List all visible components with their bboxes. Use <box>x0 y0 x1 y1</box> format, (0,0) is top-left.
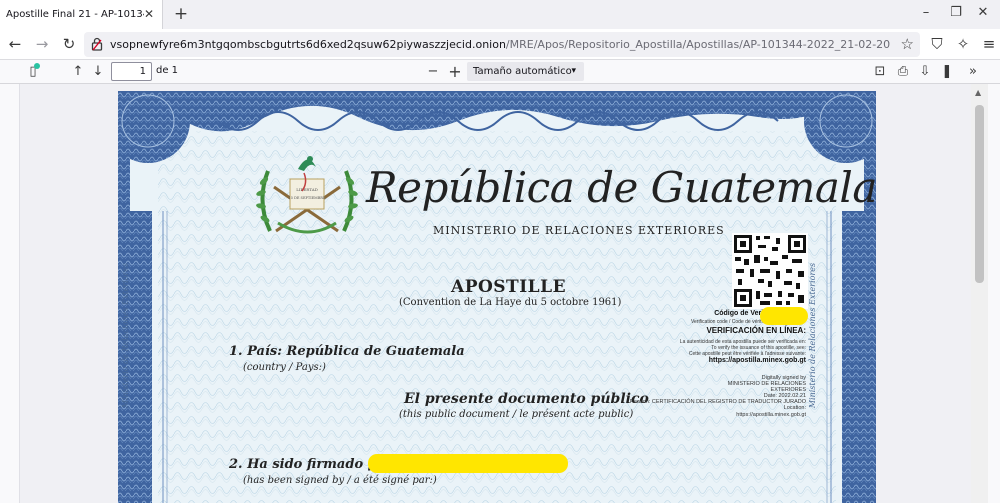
vertical-scrollbar[interactable]: ▲ <box>971 84 988 503</box>
tools-icon[interactable]: » <box>965 63 981 81</box>
verification-code-redaction <box>760 307 808 325</box>
signed-location: Location: <box>783 405 806 411</box>
new-tab-icon[interactable]: + <box>172 5 190 23</box>
signed-location-url: https://apostilla.minex.gob.gt <box>736 412 806 418</box>
tab-title: Apostille Final 21 - AP-101344-2022_2 <box>6 9 144 20</box>
forward-icon[interactable]: → <box>33 35 51 53</box>
zoom-in-icon[interactable]: + <box>447 63 463 81</box>
shield-icon[interactable]: ⛉ <box>928 35 946 53</box>
bookmark-star-icon[interactable]: ☆ <box>901 35 914 53</box>
save-icon[interactable]: ⇩ <box>917 63 933 81</box>
print-icon[interactable]: ⎙ <box>895 63 911 81</box>
document-title: República de Guatemala <box>366 163 876 212</box>
pdf-toolbar: ▯ ↑ ↓ 1 de 1 − + Tamaño automático ▾ ⊡ ⎙… <box>0 60 1000 84</box>
menu-icon[interactable]: ≡ <box>980 35 998 53</box>
minimize-icon[interactable]: – <box>909 0 943 29</box>
next-page-icon[interactable]: ↓ <box>90 63 106 81</box>
tab-active[interactable]: Apostille Final 21 - AP-101344-2022_2 ✕ <box>0 0 163 29</box>
svg-text:15 DE SEPTIEMBRE: 15 DE SEPTIEMBRE <box>289 196 326 200</box>
side-text-left: Ministerio de Relaciones Exteriores <box>121 262 131 409</box>
scrollbar-thumb[interactable] <box>975 105 984 283</box>
notification-dot <box>34 63 40 69</box>
scroll-up-icon[interactable]: ▲ <box>975 88 981 97</box>
previous-page-icon[interactable]: ↑ <box>70 63 86 81</box>
tab-bar: Apostille Final 21 - AP-101344-2022_2 ✕ … <box>0 0 1000 29</box>
close-tab-icon[interactable]: ✕ <box>142 7 156 21</box>
convention-text: (Convention de La Haye du 5 octobre 1961… <box>399 297 622 308</box>
navigation-bar: ← → ↻ vsopnewfyre6m3ntgqombscbgutrts6d6x… <box>0 29 1000 60</box>
extensions-icon[interactable]: ✧ <box>954 35 972 53</box>
field-country: 1. País: República de Guatemala <box>229 344 465 359</box>
reload-icon[interactable]: ↻ <box>60 35 78 53</box>
page-count: de 1 <box>156 65 179 76</box>
apostille-heading: APOSTILLE <box>451 277 567 297</box>
url-bar[interactable]: vsopnewfyre6m3ntgqombscbgutrts6d6xed2qsu… <box>84 32 920 57</box>
online-verification-title: VERIFICACIÓN EN LÍNEA: <box>706 326 806 335</box>
verification-url: https://apostilla.minex.gob.gt <box>708 357 806 364</box>
side-text-right: Ministerio de Relaciones Exteriores <box>808 262 818 409</box>
zoom-out-icon[interactable]: − <box>425 63 441 81</box>
field-public-document: El presente documento público <box>404 391 649 407</box>
ministry-name: MINISTERIO DE RELACIONES EXTERIORES <box>433 224 725 237</box>
signed-reason: Reason: CERTIFICACIÓN DEL REGISTRO DE TR… <box>629 399 806 405</box>
back-icon[interactable]: ← <box>6 35 24 53</box>
chevron-down-icon: ▾ <box>571 66 576 76</box>
close-window-icon[interactable]: ✕ <box>966 0 1000 29</box>
qr-code <box>732 233 808 309</box>
redaction-mark <box>368 454 568 473</box>
url-text: vsopnewfyre6m3ntgqombscbgutrts6d6xed2qsu… <box>110 32 890 57</box>
url-host: vsopnewfyre6m3ntgqombscbgutrts6d6xed2qsu… <box>110 38 506 51</box>
presentation-icon[interactable]: ⊡ <box>872 63 888 81</box>
svg-text:LIBERTAD: LIBERTAD <box>296 187 318 192</box>
field-signed-by-subtitle: (has been signed by / a été signé par:) <box>243 475 437 486</box>
bookmark-icon[interactable]: ❚ <box>939 63 955 81</box>
zoom-value: Tamaño automático <box>473 66 572 77</box>
lock-icon[interactable] <box>91 37 103 51</box>
left-gutter <box>0 84 20 503</box>
zoom-select[interactable]: Tamaño automático ▾ <box>467 62 584 81</box>
right-gutter <box>988 84 1000 503</box>
page-number-input[interactable]: 1 <box>111 62 152 81</box>
field-country-subtitle: (country / Pays:) <box>243 362 326 373</box>
pdf-viewer: LIBERTAD 15 DE SEPTIEMBRE República de G… <box>0 84 1000 503</box>
field-public-document-subtitle: (this public document / le présent acte … <box>399 409 634 420</box>
url-path: /MRE/Apos/Repositorio_Apostilla/Apostill… <box>505 38 890 51</box>
pdf-page: LIBERTAD 15 DE SEPTIEMBRE República de G… <box>118 91 876 503</box>
